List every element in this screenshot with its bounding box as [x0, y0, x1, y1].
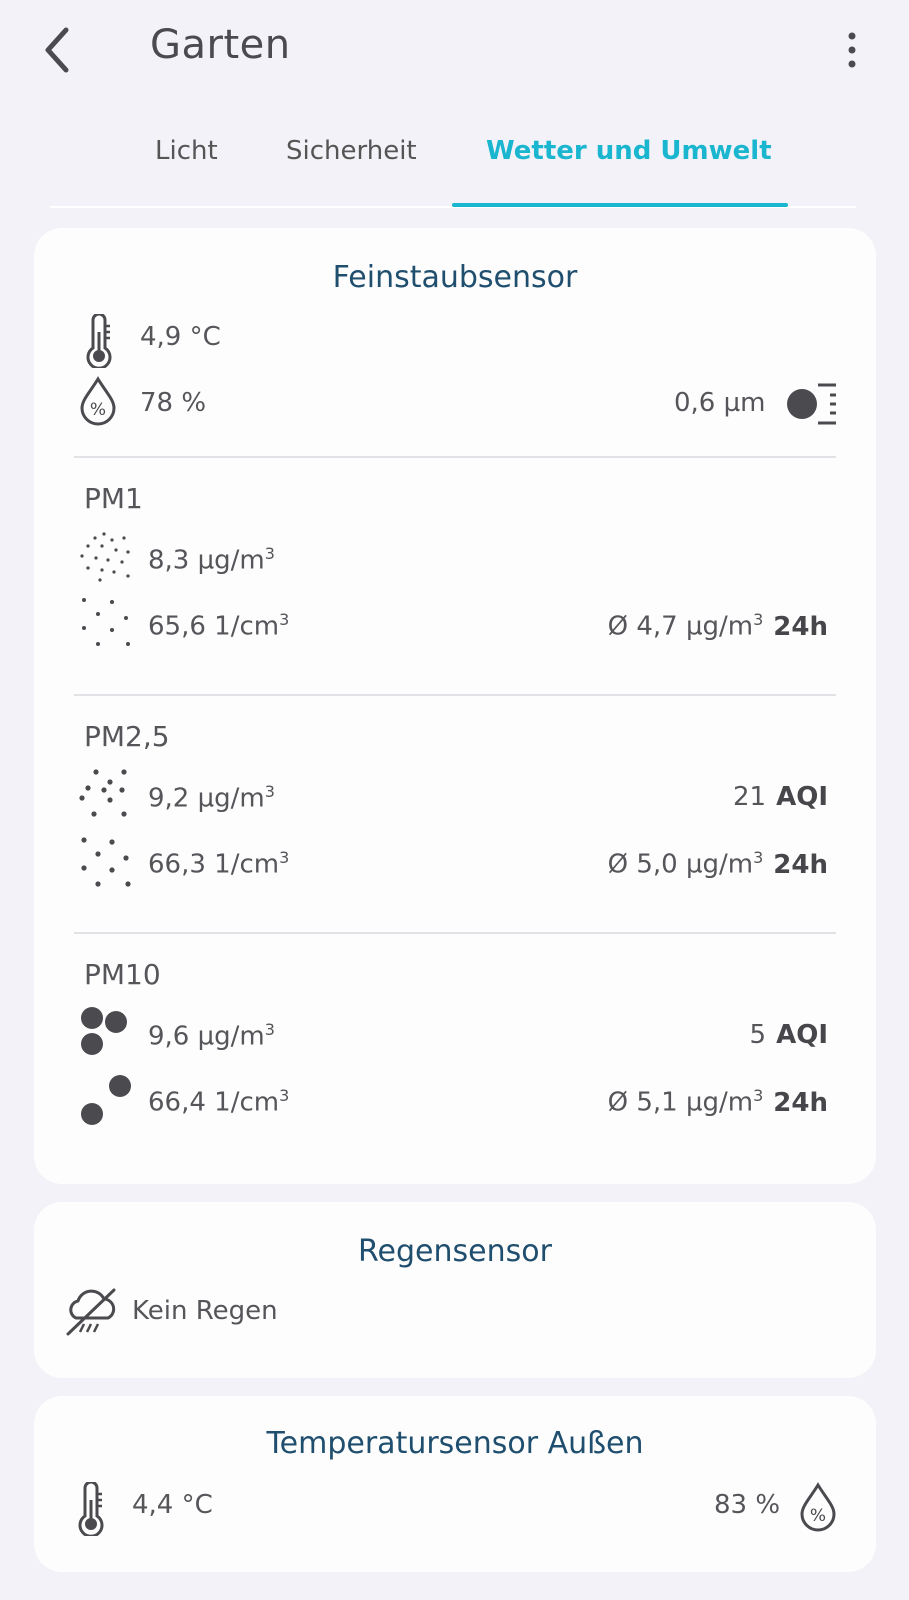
tab-licht[interactable]: Licht — [155, 136, 218, 166]
pm25-count: 66,3 1/cm3 — [148, 848, 290, 880]
tab-wetter-und-umwelt[interactable]: Wetter und Umwelt — [486, 136, 772, 166]
particle-size-value: 0,6 µm — [674, 388, 766, 418]
pm25-aqi: 21 AQI — [733, 782, 828, 812]
card-title: Regensensor — [358, 1234, 552, 1269]
tab-bar: Licht Sicherheit Wetter und Umwelt — [0, 100, 909, 208]
medium-particles-icon — [79, 769, 127, 817]
feinstaub-card[interactable]: Feinstaubsensor 4,9 °C % 78 % 0,6 µm PM1 — [34, 228, 876, 1184]
active-tab-indicator — [452, 203, 788, 207]
particle-size-icon — [787, 383, 836, 425]
card-title: Temperatursensor Außen — [266, 1426, 644, 1461]
outdoor-temperature: 4,4 °C — [132, 1490, 213, 1520]
pm1-label: PM1 — [84, 482, 143, 515]
card-title: Feinstaubsensor — [332, 260, 578, 295]
divider — [74, 932, 836, 934]
page-title: Garten — [150, 22, 291, 68]
back-button[interactable] — [38, 24, 78, 76]
pm1-average: Ø 4,7 µg/m3 24h — [607, 610, 828, 642]
pm10-label: PM10 — [84, 958, 161, 991]
pm25-mass: 9,2 µg/m3 — [148, 782, 275, 814]
coarse-particle-count-icon — [81, 1075, 131, 1125]
tab-sicherheit[interactable]: Sicherheit — [286, 136, 417, 166]
particle-count-icon — [82, 598, 130, 646]
divider — [74, 456, 836, 458]
more-menu-button[interactable] — [842, 30, 862, 70]
no-rain-icon — [66, 1288, 116, 1336]
coarse-particles-icon — [81, 1007, 127, 1055]
pm1-mass: 8,3 µg/m3 — [148, 544, 275, 576]
thermometer-icon — [78, 1482, 104, 1536]
humidity-drop-icon: % — [800, 1482, 836, 1532]
more-vertical-icon — [848, 32, 856, 68]
pm10-aqi: 5 AQI — [749, 1020, 828, 1050]
pm25-average: Ø 5,0 µg/m3 24h — [607, 848, 828, 880]
feinstaub-humidity: 78 % — [140, 388, 207, 418]
temperatursensor-card[interactable]: Temperatursensor Außen 4,4 °C 83 % % — [34, 1396, 876, 1572]
divider — [74, 694, 836, 696]
pm10-mass: 9,6 µg/m3 — [148, 1020, 275, 1052]
rain-status: Kein Regen — [132, 1296, 278, 1326]
pm10-average: Ø 5,1 µg/m3 24h — [607, 1086, 828, 1118]
app-bar: Garten — [0, 0, 909, 100]
regensensor-card[interactable]: Regensensor Kein Regen — [34, 1202, 876, 1378]
outdoor-humidity: 83 % — [714, 1490, 781, 1520]
chevron-left-icon — [45, 27, 69, 73]
svg-text:%: % — [810, 1506, 826, 1526]
thermometer-icon — [86, 314, 112, 368]
pm25-label: PM2,5 — [84, 720, 170, 753]
svg-text:%: % — [90, 400, 106, 420]
fine-particles-icon — [80, 532, 130, 582]
feinstaub-temperature: 4,9 °C — [140, 322, 221, 352]
pm1-count: 65,6 1/cm3 — [148, 610, 290, 642]
particle-count-icon — [81, 837, 131, 887]
humidity-drop-icon: % — [80, 376, 116, 426]
pm10-count: 66,4 1/cm3 — [148, 1086, 290, 1118]
